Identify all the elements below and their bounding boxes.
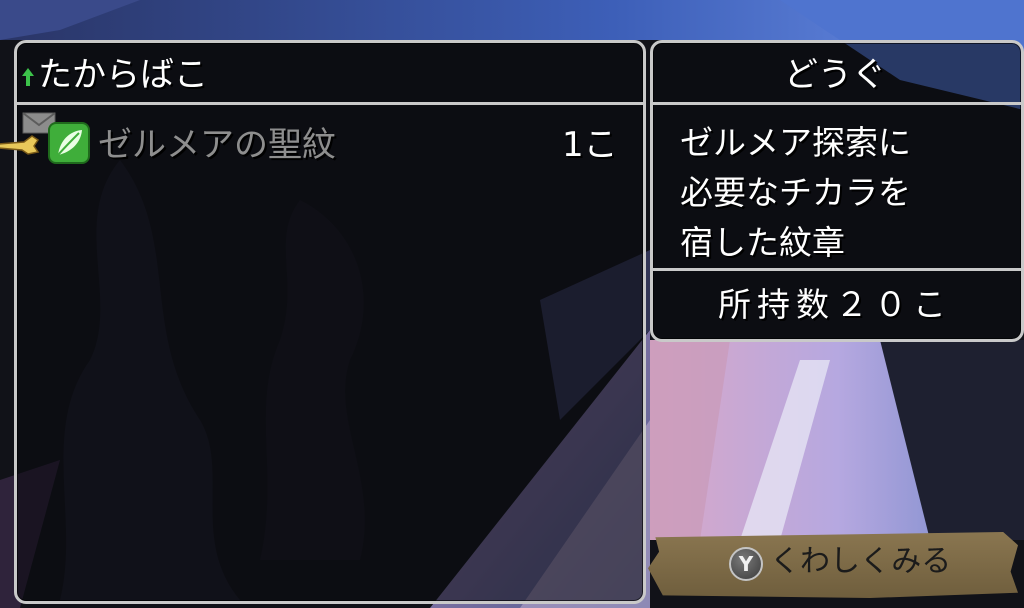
item-info-divider-top [653,102,1021,105]
item-count: 1こ [562,125,618,165]
item-info-title: どうぐ [784,55,886,95]
item-description-line-3: 宿した紋章 [680,223,845,262]
item-info-divider-bottom [653,268,1021,271]
owned-count: 所持数２０こ [718,285,952,324]
green-arrow-icon [22,68,34,86]
item-name: ゼルメアの聖紋 [98,125,336,165]
chest-panel-title: たからばこ [38,55,208,95]
item-description-line-2: 必要なチカラを [680,173,911,212]
hand-cursor-icon [0,135,40,155]
item-description-line-1: ゼルメア探索に [680,123,911,162]
details-button-label[interactable]: くわしくみる [770,547,951,577]
y-button-icon[interactable]: Y [729,547,763,581]
leaf-item-icon [48,122,90,164]
item-row[interactable]: ゼルメアの聖紋 1こ [0,112,630,174]
chest-panel-divider [17,102,643,105]
